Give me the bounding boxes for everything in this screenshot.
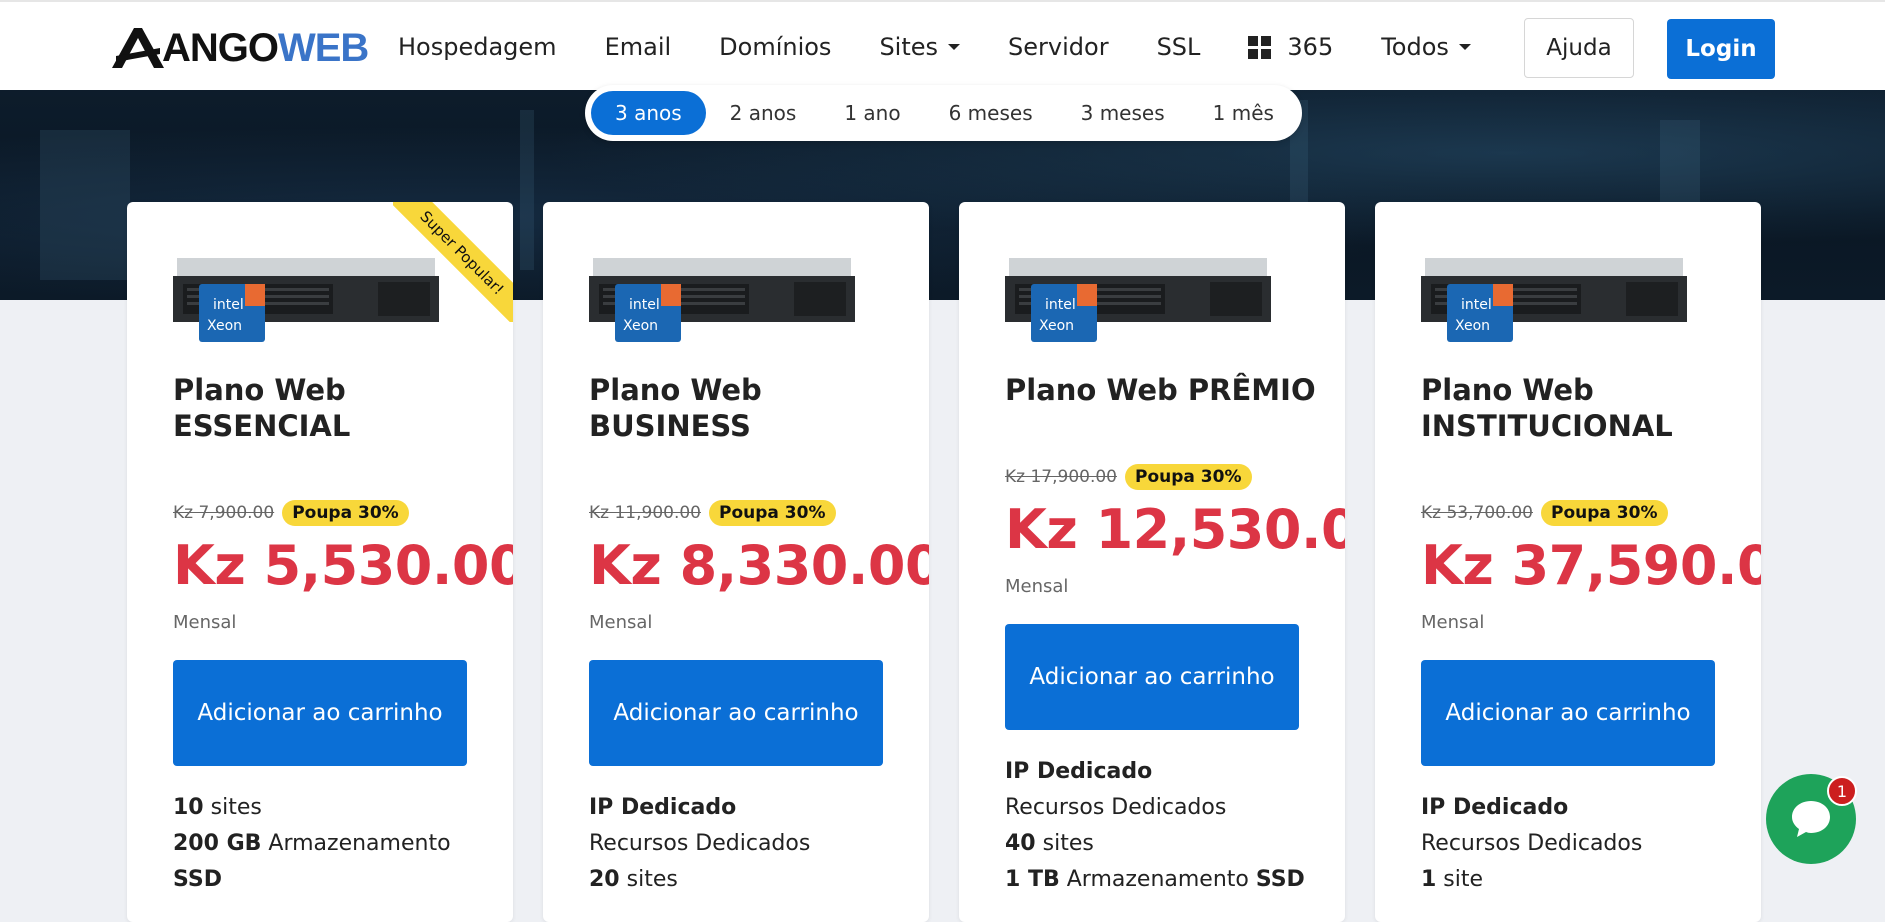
svg-text:Xeon: Xeon <box>207 318 242 334</box>
period-3-anos[interactable]: 3 anos <box>591 91 706 135</box>
chat-unread-badge: 1 <box>1827 776 1857 806</box>
old-price: Kz 53,700.00 <box>1421 503 1533 523</box>
plan-title: Plano Web INSTITUCIONAL <box>1421 373 1673 443</box>
nav-dominios[interactable]: Domínios <box>719 33 831 61</box>
feature-list: 10 sites 200 GB Armazenamento SSD <box>173 790 451 898</box>
nav-label: Servidor <box>1008 33 1109 61</box>
chevron-down-icon <box>1458 44 1471 50</box>
nav-label: 365 <box>1287 33 1334 61</box>
svg-text:Xeon: Xeon <box>623 318 658 334</box>
period-1-ano[interactable]: 1 ano <box>820 91 924 135</box>
hero-decor <box>520 110 534 270</box>
feature-item: 1 site <box>1421 867 1484 892</box>
plan-card-institucional: intel Xeon Plano Web INSTITUCIONAL Kz 53… <box>1375 202 1761 922</box>
add-to-cart-button[interactable]: Adicionar ao carrinho <box>589 660 883 766</box>
nav-365[interactable]: 365 <box>1248 33 1333 61</box>
feature-list: IP Dedicado Recursos Dedicados 1 site <box>1421 790 1642 898</box>
old-price: Kz 7,900.00 <box>173 503 275 523</box>
plan-card-premio: intel Xeon Plano Web PRÊMIO Kz 17,900.00… <box>959 202 1345 922</box>
price-line: Kz 7,900.00 Poupa 30% <box>173 500 409 526</box>
plan-title: Plano Web ESSENCIAL <box>173 373 351 443</box>
svg-text:intel: intel <box>1461 297 1492 313</box>
hero-decor <box>40 130 130 280</box>
svg-text:intel: intel <box>1045 297 1076 313</box>
price-line: Kz 17,900.00 Poupa 30% <box>1005 464 1252 490</box>
feature-item: 40 sites <box>1005 831 1094 856</box>
discount-badge: Poupa 30% <box>282 500 409 526</box>
nav-label: Domínios <box>719 33 832 61</box>
period-1-mes[interactable]: 1 mês <box>1189 91 1298 135</box>
feature-item: 20 sites <box>589 867 678 892</box>
nav-servidor[interactable]: Servidor <box>1008 33 1109 61</box>
feature-item: 1 TB Armazenamento SSD <box>1005 867 1305 892</box>
nav-ssl[interactable]: SSL <box>1157 33 1201 61</box>
period-2-anos[interactable]: 2 anos <box>706 91 821 135</box>
feature-item: 200 GB Armazenamento <box>173 831 451 856</box>
price: Kz 12,530.00 <box>1005 498 1345 561</box>
nav-sites[interactable]: Sites <box>879 33 961 61</box>
feature-item: IP Dedicado <box>589 795 737 820</box>
feature-item: Recursos Dedicados <box>1005 795 1227 820</box>
site-header: ANGO WEB Hospedagem Email Domínios Sites … <box>0 0 1885 90</box>
svg-text:Xeon: Xeon <box>1039 318 1074 334</box>
feature-item: 10 sites <box>173 795 262 820</box>
chevron-down-icon <box>948 44 961 50</box>
plan-title: Plano Web PRÊMIO <box>1005 373 1316 407</box>
feature-item: SSD <box>173 867 222 892</box>
feature-list: IP Dedicado Recursos Dedicados 20 sites <box>589 790 810 898</box>
add-to-cart-button[interactable]: Adicionar ao carrinho <box>173 660 467 766</box>
feature-list: IP Dedicado Recursos Dedicados 40 sites … <box>1005 754 1305 898</box>
feature-item: IP Dedicado <box>1421 795 1569 820</box>
price: Kz 8,330.00 <box>589 534 929 597</box>
discount-badge: Poupa 30% <box>1125 464 1252 490</box>
nav-label: Email <box>604 33 672 61</box>
nav-label: Todos <box>1381 33 1449 61</box>
feature-item: Recursos Dedicados <box>589 831 811 856</box>
svg-text:intel: intel <box>629 297 660 313</box>
nav-label: Sites <box>879 33 939 61</box>
period-6-meses[interactable]: 6 meses <box>925 91 1057 135</box>
period-3-meses[interactable]: 3 meses <box>1057 91 1189 135</box>
billing-period: Mensal <box>1421 612 1485 633</box>
nav-email[interactable]: Email <box>605 33 672 61</box>
server-image: intel Xeon <box>589 258 855 342</box>
login-button[interactable]: Login <box>1667 19 1775 79</box>
discount-badge: Poupa 30% <box>709 500 836 526</box>
nav-label: Hospedagem <box>398 33 557 61</box>
add-to-cart-button[interactable]: Adicionar ao carrinho <box>1421 660 1715 766</box>
price: Kz 37,590.00 <box>1421 534 1761 597</box>
price: Kz 5,530.00 <box>173 534 513 597</box>
nav-hospedagem[interactable]: Hospedagem <box>398 33 557 61</box>
plan-title: Plano Web BUSINESS <box>589 373 762 443</box>
old-price: Kz 11,900.00 <box>589 503 701 523</box>
server-image: intel Xeon <box>173 258 439 342</box>
logo-text-ango: ANGO <box>162 26 279 70</box>
billing-period: Mensal <box>173 612 237 633</box>
billing-period: Mensal <box>1005 576 1069 597</box>
discount-badge: Poupa 30% <box>1541 500 1668 526</box>
angoweb-logo[interactable]: ANGO WEB <box>110 24 369 72</box>
feature-item: Recursos Dedicados <box>1421 831 1643 856</box>
price-line: Kz 53,700.00 Poupa 30% <box>1421 500 1668 526</box>
chat-bubble-icon <box>1792 801 1830 837</box>
nav-label: SSL <box>1156 33 1201 61</box>
add-to-cart-button[interactable]: Adicionar ao carrinho <box>1005 624 1299 730</box>
server-image: intel Xeon <box>1421 258 1687 342</box>
feature-item: IP Dedicado <box>1005 759 1153 784</box>
main-nav: Hospedagem Email Domínios Sites Servidor… <box>398 2 1519 92</box>
server-image: intel Xeon <box>1005 258 1271 342</box>
svg-text:Xeon: Xeon <box>1455 318 1490 334</box>
billing-period: Mensal <box>589 612 653 633</box>
nav-todos[interactable]: Todos <box>1381 33 1471 61</box>
svg-text:intel: intel <box>213 297 244 313</box>
old-price: Kz 17,900.00 <box>1005 467 1117 487</box>
help-button[interactable]: Ajuda <box>1524 18 1634 78</box>
windows-icon <box>1248 35 1272 59</box>
billing-period-selector: 3 anos 2 anos 1 ano 6 meses 3 meses 1 mê… <box>585 85 1302 141</box>
logo-text-web: WEB <box>278 26 369 70</box>
plan-card-essencial: Super Popular! intel Xeon Plano Web ESSE… <box>127 202 513 922</box>
price-line: Kz 11,900.00 Poupa 30% <box>589 500 836 526</box>
logo-mark-icon <box>112 28 164 68</box>
plan-card-business: intel Xeon Plano Web BUSINESS Kz 11,900.… <box>543 202 929 922</box>
